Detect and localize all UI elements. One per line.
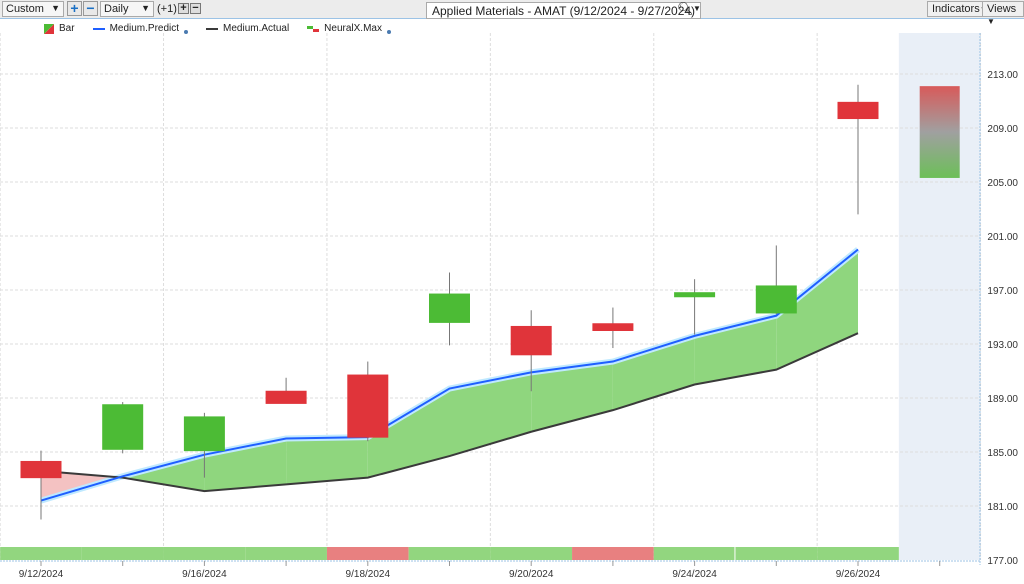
candle (347, 361, 389, 442)
candle (265, 377, 307, 404)
legend: Bar Medium.Predict Medium.Actual NeuralX… (44, 23, 391, 34)
neuralx-legend-icon (307, 25, 320, 32)
neuralx-strip-cell (326, 547, 409, 560)
candle-body (837, 101, 879, 120)
x-tick-label: 9/12/2024 (19, 569, 64, 580)
candle (102, 402, 144, 454)
candle-body (347, 374, 389, 438)
spread-fill (286, 437, 368, 485)
y-tick-label: 181.00 (987, 502, 1018, 513)
settings-dot-icon[interactable] (184, 29, 189, 34)
neuralx-strip-cell (735, 547, 818, 560)
candle (837, 84, 879, 215)
price-chart[interactable]: 177.00 181.00 185.00 189.00 193.00 197.00 201.… (0, 0, 1024, 584)
candle (674, 279, 716, 335)
candle-body (674, 292, 716, 298)
x-tick-label: 9/24/2024 (672, 569, 717, 580)
candle-body (755, 285, 797, 314)
candle (755, 245, 797, 315)
candle-body (102, 404, 144, 450)
candle-body (592, 323, 634, 331)
neuralx-strip-cell (245, 547, 327, 560)
candle-body (510, 325, 552, 356)
neuralx-strip-cell (653, 547, 735, 560)
legend-label: Medium.Predict (109, 23, 180, 34)
x-tick-label: 9/18/2024 (346, 569, 391, 580)
neuralx-strip-cell (408, 547, 491, 560)
settings-dot-icon[interactable] (386, 29, 391, 34)
forecast-bar (919, 86, 960, 178)
legend-label: NeuralX.Max (324, 23, 382, 34)
neuralx-strip-cell (490, 547, 573, 560)
y-tick-label: 193.00 (987, 340, 1018, 351)
y-tick-label: 185.00 (987, 448, 1018, 459)
neuralx-strip-cell (0, 547, 82, 560)
neuralx-strip-cell (817, 547, 899, 560)
legend-label: Medium.Actual (223, 23, 290, 34)
x-tick-label: 9/16/2024 (182, 569, 227, 580)
bar-legend-icon (44, 23, 54, 34)
y-tick-label: 209.00 (987, 124, 1018, 135)
y-tick-label: 189.00 (987, 394, 1018, 405)
y-tick-label: 177.00 (987, 556, 1018, 567)
legend-medium-predict[interactable]: Medium.Predict (92, 23, 189, 34)
candle-body (20, 460, 62, 479)
legend-medium-actual[interactable]: Medium.Actual (206, 23, 289, 34)
candle-body (429, 293, 470, 323)
line-legend-icon (92, 27, 105, 30)
candle-body (265, 390, 307, 404)
legend-label: Bar (59, 23, 75, 34)
x-tick-label: 9/20/2024 (509, 569, 554, 580)
y-tick-label: 197.00 (987, 286, 1018, 297)
y-tick-label: 205.00 (987, 178, 1018, 189)
line-legend-icon (206, 27, 219, 30)
candle (592, 307, 634, 349)
legend-neuralx-max[interactable]: NeuralX.Max (307, 23, 391, 34)
legend-bar[interactable]: Bar (44, 23, 75, 34)
neuralx-strip-cell (163, 547, 246, 560)
candle-body (183, 416, 225, 452)
y-tick-label: 213.00 (987, 70, 1018, 81)
neuralx-strip-cell (572, 547, 654, 560)
candle (429, 272, 470, 346)
neuralx-strip-cell (81, 547, 164, 560)
y-tick-label: 201.00 (987, 232, 1018, 243)
x-tick-label: 9/26/2024 (836, 569, 881, 580)
